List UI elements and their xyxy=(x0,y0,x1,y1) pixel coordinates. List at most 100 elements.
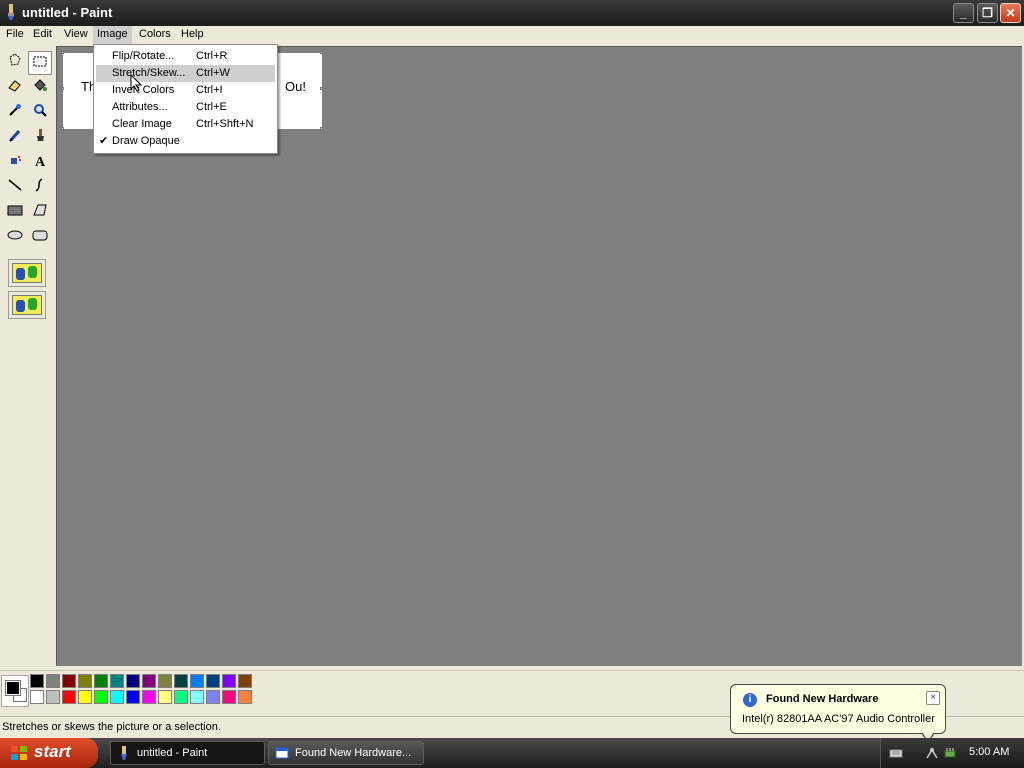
color-swatch[interactable] xyxy=(174,690,188,704)
color-swatch[interactable] xyxy=(78,674,92,688)
balloon-text: Intel(r) 82801AA AC'97 Audio Controller xyxy=(742,713,935,725)
menu-item-shortcut: Ctrl+E xyxy=(196,101,227,113)
paint-desktop: untitled - Paint _ ❐ ✕ File Edit View Im… xyxy=(0,0,1024,768)
pencil-icon[interactable] xyxy=(3,126,27,150)
shape-icon xyxy=(16,268,25,280)
menu-view[interactable]: View xyxy=(60,26,92,44)
menu-item-stretch-skew[interactable]: Stretch/Skew... Ctrl+W xyxy=(96,65,275,82)
color-swatch[interactable] xyxy=(190,674,204,688)
color-swatch[interactable] xyxy=(126,690,140,704)
color-swatch[interactable] xyxy=(222,690,236,704)
menu-help[interactable]: Help xyxy=(177,26,208,44)
color-swatch[interactable] xyxy=(238,690,252,704)
resize-handle[interactable] xyxy=(320,127,323,130)
resize-handle[interactable] xyxy=(320,51,323,54)
color-swatch[interactable] xyxy=(46,674,60,688)
menu-edit[interactable]: Edit xyxy=(29,26,56,44)
notification-balloon[interactable]: i Found New Hardware Intel(r) 82801AA AC… xyxy=(730,684,946,743)
start-button[interactable]: start xyxy=(0,738,98,768)
resize-handle[interactable] xyxy=(61,51,64,54)
system-tray: 5:00 AM xyxy=(880,738,1024,768)
balloon-title: Found New Hardware xyxy=(766,693,879,705)
new-hardware-icon[interactable] xyxy=(943,746,957,760)
color-swatch[interactable] xyxy=(110,674,124,688)
menu-item-label: Attributes... xyxy=(112,101,168,113)
menu-item-invert-colors[interactable]: Invert Colors Ctrl+I xyxy=(96,82,275,99)
color-swatch[interactable] xyxy=(94,690,108,704)
minimize-button[interactable]: _ xyxy=(953,3,974,23)
color-swatch[interactable] xyxy=(110,690,124,704)
color-swatch[interactable] xyxy=(158,690,172,704)
rectangle-icon[interactable] xyxy=(3,201,27,225)
opaque-option-icon xyxy=(12,263,42,283)
status-text: Stretches or skews the picture or a sele… xyxy=(2,721,221,733)
windows-logo-icon xyxy=(11,746,27,760)
color-swatch[interactable] xyxy=(78,690,92,704)
taskbar: start untitled - Paint Found New Hardwar… xyxy=(0,738,1024,768)
color-swatch[interactable] xyxy=(62,674,76,688)
brush-icon[interactable] xyxy=(28,126,52,150)
curve-icon[interactable] xyxy=(28,176,52,200)
color-swatch[interactable] xyxy=(46,690,60,704)
color-swatch[interactable] xyxy=(174,674,188,688)
ellipse-icon[interactable] xyxy=(3,226,27,250)
transparent-option-icon xyxy=(12,295,42,315)
line-icon[interactable] xyxy=(3,176,27,200)
menu-item-label: Flip/Rotate... xyxy=(112,50,175,62)
color-swatch[interactable] xyxy=(94,674,108,688)
color-swatch[interactable] xyxy=(206,690,220,704)
color-picker-icon[interactable] xyxy=(3,101,27,125)
maximize-button[interactable]: ❐ xyxy=(977,3,998,23)
rounded-rectangle-icon[interactable] xyxy=(28,226,52,250)
color-swatch[interactable] xyxy=(126,674,140,688)
menu-item-attributes[interactable]: Attributes... Ctrl+E xyxy=(96,99,275,116)
network-icon[interactable] xyxy=(925,746,939,760)
polygon-icon[interactable] xyxy=(28,201,52,225)
image-menu-dropdown: Flip/Rotate... Ctrl+R Stretch/Skew... Ct… xyxy=(93,44,278,154)
selection-opaque-option[interactable] xyxy=(8,259,46,287)
resize-handle[interactable] xyxy=(61,87,64,90)
color-swatch[interactable] xyxy=(158,674,172,688)
text-tool-icon[interactable]: A xyxy=(28,151,52,175)
menu-item-label: Clear Image xyxy=(112,118,172,130)
title-bar: untitled - Paint _ ❐ ✕ xyxy=(0,0,1024,26)
menu-item-draw-opaque[interactable]: ✔ Draw Opaque xyxy=(96,133,275,150)
checkmark-icon: ✔ xyxy=(99,135,109,147)
rect-select-icon[interactable] xyxy=(28,51,52,75)
balloon-close-button[interactable]: × xyxy=(926,691,940,705)
foreground-color-swatch xyxy=(5,680,21,696)
clock: 5:00 AM xyxy=(969,746,1010,758)
resize-handle[interactable] xyxy=(61,127,64,130)
menu-colors[interactable]: Colors xyxy=(135,26,175,44)
shape-icon xyxy=(28,266,37,278)
selection-transparent-option[interactable] xyxy=(8,291,46,319)
menu-item-clear-image[interactable]: Clear Image Ctrl+Shft+N xyxy=(96,116,275,133)
resize-handle[interactable] xyxy=(320,87,323,90)
eraser-icon[interactable] xyxy=(3,76,27,100)
task-label: Found New Hardware... xyxy=(295,747,412,759)
shape-icon xyxy=(28,298,37,310)
free-form-select-icon[interactable] xyxy=(3,51,27,75)
color-swatch[interactable] xyxy=(142,690,156,704)
color-swatch[interactable] xyxy=(62,690,76,704)
close-button[interactable]: ✕ xyxy=(1000,3,1021,23)
task-found-new-hardware[interactable]: Found New Hardware... xyxy=(268,741,424,765)
color-swatch[interactable] xyxy=(190,690,204,704)
magnifier-icon[interactable] xyxy=(28,101,52,125)
menu-file[interactable]: File xyxy=(2,26,28,44)
color-swatch[interactable] xyxy=(206,674,220,688)
menu-item-flip-rotate[interactable]: Flip/Rotate... Ctrl+R xyxy=(96,48,275,65)
toolbox: A xyxy=(0,46,56,670)
keyboard-icon[interactable] xyxy=(889,746,903,760)
color-swatch[interactable] xyxy=(222,674,236,688)
color-swatch[interactable] xyxy=(142,674,156,688)
fill-bucket-icon[interactable] xyxy=(28,76,52,100)
color-swatch[interactable] xyxy=(238,674,252,688)
color-swatch[interactable] xyxy=(30,674,44,688)
airbrush-icon[interactable] xyxy=(3,151,27,175)
current-colors[interactable] xyxy=(1,675,29,707)
color-swatch[interactable] xyxy=(30,690,44,704)
menu-image[interactable]: Image xyxy=(93,26,132,44)
task-paint[interactable]: untitled - Paint xyxy=(110,741,265,765)
menu-item-shortcut: Ctrl+R xyxy=(196,50,228,62)
